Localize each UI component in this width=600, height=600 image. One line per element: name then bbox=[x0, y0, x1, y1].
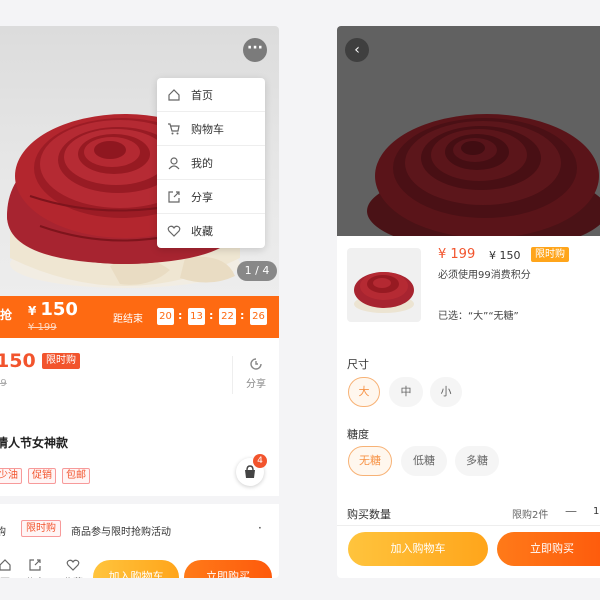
back-arrow-icon[interactable]: ‹ bbox=[0, 40, 1, 61]
countdown-hours: 13 bbox=[188, 308, 205, 325]
countdown-seconds: 26 bbox=[250, 308, 267, 325]
share-icon bbox=[29, 559, 41, 571]
promo-description: 商品参与限时抢购活动 bbox=[71, 527, 171, 538]
more-menu-popup: 首页 购物车 我的 分享 收藏 bbox=[157, 78, 265, 248]
size-option-large[interactable]: 大 bbox=[348, 377, 380, 407]
back-arrow-icon[interactable]: ‹ bbox=[345, 38, 369, 62]
screenshot-canvas: ‹ ··· 1 / 4 首页 购物车 bbox=[0, 0, 600, 600]
current-price: 150 bbox=[0, 350, 36, 372]
promotion-row[interactable]: 购 限时购 商品参与限时抢购活动 · bbox=[0, 512, 279, 544]
bottom-share-button[interactable]: 分享 bbox=[20, 558, 50, 578]
menu-item-favorite[interactable]: 收藏 bbox=[157, 214, 265, 248]
product-tags: 少油 促销 包邮 bbox=[0, 468, 90, 484]
sugar-label: 糖度 bbox=[347, 428, 369, 441]
sku-flash-price: ¥ 150 bbox=[489, 249, 521, 262]
buy-now-button[interactable]: 立即购买 bbox=[497, 532, 600, 566]
flash-sale-badge: 限时购 bbox=[531, 247, 569, 262]
menu-item-label: 购物车 bbox=[191, 122, 224, 136]
quantity-decrease-button[interactable]: — bbox=[565, 504, 577, 518]
promo-badge: 限时购 bbox=[21, 520, 61, 537]
flash-sale-tag: 抢 bbox=[0, 308, 13, 322]
share-icon bbox=[167, 190, 181, 204]
quantity-label: 购买数量 bbox=[347, 508, 391, 521]
bottom-action-bar: 页 分享 收藏 加入购物车 立即购买 bbox=[0, 552, 279, 578]
flash-price: ¥150 bbox=[28, 299, 78, 320]
countdown-minutes: 22 bbox=[219, 308, 236, 325]
sku-price: ¥ 199 bbox=[438, 247, 476, 262]
countdown-days: 20 bbox=[157, 308, 174, 325]
sugar-option-high[interactable]: 多糖 bbox=[455, 446, 499, 476]
purchase-limit: 限购2件 bbox=[512, 510, 549, 521]
cart-count-badge: 4 bbox=[253, 454, 267, 468]
more-indicator: · bbox=[258, 521, 262, 535]
tag: 促销 bbox=[28, 468, 56, 484]
share-refresh-icon bbox=[250, 358, 262, 370]
selected-options: 已选：“大”“无糖” bbox=[438, 311, 519, 322]
home-icon bbox=[0, 559, 11, 571]
home-icon bbox=[167, 88, 181, 102]
size-label: 尺寸 bbox=[347, 358, 369, 371]
sku-thumbnail bbox=[347, 248, 421, 322]
cake-thumbnail-image bbox=[354, 272, 414, 313]
menu-item-label: 分享 bbox=[191, 190, 213, 204]
bottom-home-button[interactable]: 页 bbox=[0, 558, 20, 578]
divider bbox=[232, 356, 233, 394]
product-detail-screen: ‹ ··· 1 / 4 首页 购物车 bbox=[0, 26, 279, 578]
flash-sale-bar: 抢 ¥150 ¥ 199 距结束 20 : 13 : 22 : 26 bbox=[0, 296, 279, 338]
sugar-option-none[interactable]: 无糖 bbox=[348, 446, 392, 476]
heart-icon bbox=[167, 224, 181, 238]
size-option-small[interactable]: 小 bbox=[430, 377, 462, 407]
tag: 包邮 bbox=[62, 468, 90, 484]
cake-image-dimmed bbox=[367, 114, 600, 236]
sku-selector-screen: ‹ ¥ 199 ¥ 150 限时购 必须使用99消费积分 已选：“大”“无糖” … bbox=[337, 26, 600, 578]
divider bbox=[337, 525, 600, 526]
section-divider bbox=[0, 496, 279, 504]
buy-now-button[interactable]: 立即购买 bbox=[184, 560, 272, 578]
flash-original-price: ¥ 199 bbox=[28, 322, 57, 333]
menu-item-label: 首页 bbox=[191, 88, 213, 102]
product-title: 情人节女神款 bbox=[0, 436, 69, 450]
menu-item-mine[interactable]: 我的 bbox=[157, 146, 265, 180]
size-option-medium[interactable]: 中 bbox=[389, 377, 423, 407]
dimmed-product-image[interactable]: ‹ bbox=[337, 26, 600, 236]
promo-label: 购 bbox=[0, 527, 6, 538]
price-section: 150 限时购 99 分享 bbox=[0, 346, 279, 406]
original-price: 99 bbox=[0, 378, 7, 389]
add-to-cart-button[interactable]: 加入购物车 bbox=[93, 560, 179, 578]
user-icon bbox=[167, 156, 181, 170]
menu-item-share[interactable]: 分享 bbox=[157, 180, 265, 214]
menu-item-home[interactable]: 首页 bbox=[157, 78, 265, 112]
product-image-carousel[interactable]: ‹ ··· 1 / 4 首页 购物车 bbox=[0, 26, 279, 296]
flash-sale-badge: 限时购 bbox=[42, 353, 80, 369]
share-label: 分享 bbox=[246, 379, 266, 390]
add-to-cart-button[interactable]: 加入购物车 bbox=[348, 532, 488, 566]
bottom-favorite-button[interactable]: 收藏 bbox=[58, 558, 88, 578]
heart-icon bbox=[66, 559, 80, 571]
countdown-label: 距结束 bbox=[113, 314, 143, 325]
quantity-value[interactable]: 1 bbox=[593, 506, 599, 517]
image-counter: 1 / 4 bbox=[237, 261, 277, 281]
points-note: 必须使用99消费积分 bbox=[438, 270, 531, 281]
menu-item-label: 我的 bbox=[191, 156, 213, 170]
share-button[interactable]: 分享 bbox=[243, 356, 269, 390]
cart-icon bbox=[167, 122, 181, 136]
menu-item-label: 收藏 bbox=[191, 225, 213, 238]
menu-item-cart[interactable]: 购物车 bbox=[157, 112, 265, 146]
more-dots-icon[interactable]: ··· bbox=[243, 38, 267, 62]
sugar-option-low[interactable]: 低糖 bbox=[401, 446, 447, 476]
tag: 少油 bbox=[0, 468, 22, 484]
